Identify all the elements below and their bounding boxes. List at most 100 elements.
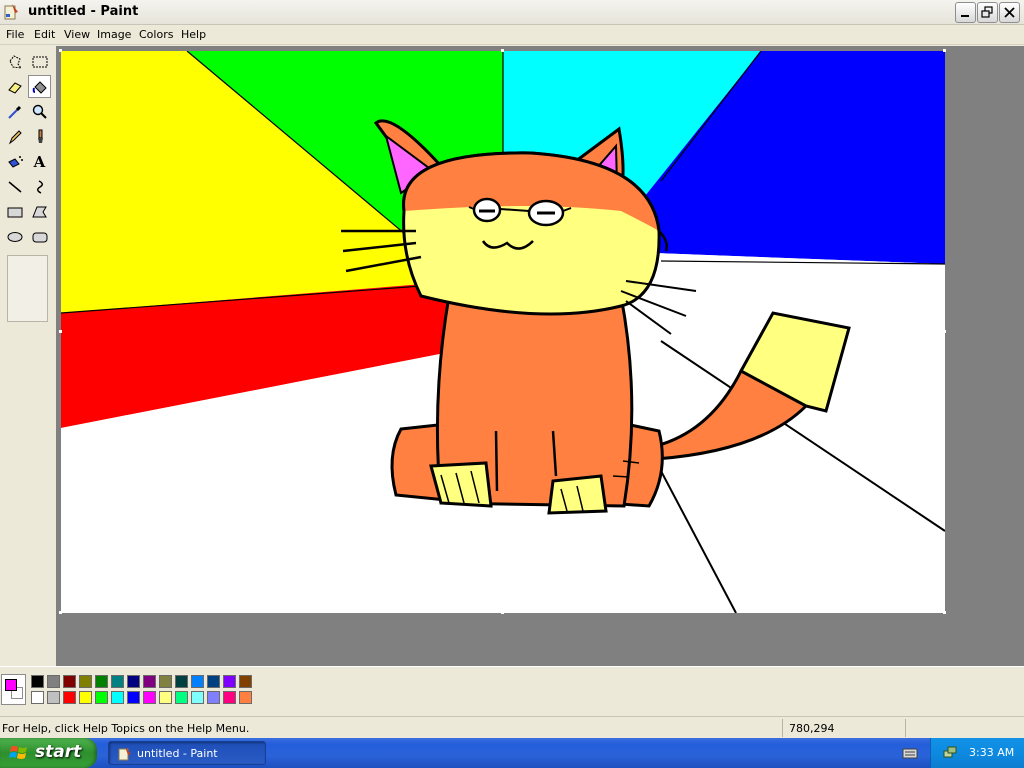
tool-fill-with-color[interactable] — [28, 75, 51, 98]
drawing-workspace[interactable] — [56, 46, 1024, 666]
current-colors[interactable] — [1, 674, 26, 705]
magnifier-icon — [32, 104, 47, 119]
menu-colors[interactable]: Colors — [139, 28, 173, 41]
polygon-icon — [31, 206, 47, 217]
palette-swatch[interactable] — [191, 675, 204, 688]
rectangle-select-icon — [32, 56, 47, 67]
restore-icon — [981, 6, 993, 18]
tool-text[interactable]: A — [28, 150, 51, 173]
taskbar-item-label: untitled - Paint — [137, 747, 218, 760]
palette-swatch[interactable] — [111, 691, 124, 704]
windows-logo-icon — [9, 746, 27, 759]
menu-file[interactable]: File — [6, 28, 24, 41]
palette-swatch[interactable] — [239, 675, 252, 688]
eyedropper-icon — [7, 105, 21, 119]
paint-app-icon — [118, 747, 131, 761]
ellipse-icon — [7, 231, 22, 242]
restore-button[interactable] — [977, 2, 998, 23]
paint-app-icon[interactable] — [3, 3, 21, 21]
tool-line[interactable] — [3, 175, 26, 198]
resize-handle[interactable] — [943, 611, 946, 614]
tool-pick-color[interactable] — [3, 100, 26, 123]
tool-curve[interactable] — [28, 175, 51, 198]
palette-swatch[interactable] — [31, 691, 44, 704]
palette-swatch[interactable] — [159, 675, 172, 688]
palette-swatch[interactable] — [143, 691, 156, 704]
palette-swatch[interactable] — [143, 675, 156, 688]
minimize-button[interactable] — [955, 2, 976, 23]
tool-polygon[interactable] — [28, 200, 51, 223]
color-box — [0, 666, 1024, 714]
title-bar[interactable]: untitled - Paint — [0, 0, 1024, 25]
palette-swatch[interactable] — [95, 675, 108, 688]
tool-magnifier[interactable] — [28, 100, 51, 123]
tool-free-form-select[interactable] — [3, 50, 26, 73]
status-separator — [782, 719, 783, 737]
brush-icon — [37, 129, 43, 143]
palette-swatch[interactable] — [175, 675, 188, 688]
status-bar: For Help, click Help Topics on the Help … — [0, 716, 1024, 738]
palette-swatch[interactable] — [63, 675, 76, 688]
taskbar: start untitled - Paint 3:33 AM — [0, 738, 1024, 768]
clock[interactable]: 3:33 AM — [969, 746, 1014, 759]
palette-swatch[interactable] — [223, 675, 236, 688]
palette-swatch[interactable] — [191, 691, 204, 704]
resize-handle[interactable] — [501, 611, 504, 614]
taskbar-item-paint[interactable]: untitled - Paint — [108, 741, 266, 765]
network-icon[interactable] — [942, 745, 958, 761]
palette-swatch[interactable] — [223, 691, 236, 704]
palette-swatch[interactable] — [239, 691, 252, 704]
palette-swatch[interactable] — [127, 691, 140, 704]
pencil-icon — [8, 129, 22, 144]
close-button[interactable] — [999, 2, 1020, 23]
palette-swatch[interactable] — [63, 691, 76, 704]
tool-rectangle[interactable] — [3, 200, 26, 223]
rectangle-icon — [7, 207, 22, 217]
start-button[interactable]: start — [0, 738, 97, 768]
palette-swatch[interactable] — [95, 691, 108, 704]
cursor-coordinates: 780,294 — [789, 722, 835, 735]
menu-view[interactable]: View — [64, 28, 90, 41]
tool-rectangle-select[interactable] — [28, 50, 51, 73]
palette-swatch[interactable] — [127, 675, 140, 688]
palette-swatch[interactable] — [79, 675, 92, 688]
menu-image[interactable]: Image — [97, 28, 131, 41]
start-label: start — [35, 742, 82, 762]
eraser-icon — [7, 81, 22, 94]
tool-options-box[interactable] — [7, 255, 48, 322]
resize-handle — [943, 49, 946, 52]
palette-swatch[interactable] — [175, 691, 188, 704]
status-separator — [905, 719, 906, 737]
palette-swatch[interactable] — [47, 675, 60, 688]
tool-ellipse[interactable] — [3, 225, 26, 248]
fill-bucket-icon — [32, 80, 47, 94]
palette-swatch[interactable] — [159, 691, 172, 704]
resize-handle — [59, 49, 62, 52]
tool-rounded-rectangle[interactable] — [28, 225, 51, 248]
palette-swatch[interactable] — [31, 675, 44, 688]
palette-swatch[interactable] — [207, 691, 220, 704]
rounded-rectangle-icon — [32, 232, 47, 242]
resize-handle — [59, 611, 62, 614]
close-icon — [1004, 7, 1015, 18]
tool-pencil[interactable] — [3, 125, 26, 148]
tool-box: A — [0, 46, 56, 666]
status-help-text: For Help, click Help Topics on the Help … — [2, 722, 250, 735]
menu-help[interactable]: Help — [181, 28, 206, 41]
tool-airbrush[interactable] — [3, 150, 26, 173]
palette-swatch[interactable] — [47, 691, 60, 704]
tool-eraser[interactable] — [3, 75, 26, 98]
line-icon — [8, 180, 21, 193]
tool-brush[interactable] — [28, 125, 51, 148]
resize-handle[interactable] — [943, 330, 946, 333]
curve-icon — [36, 179, 43, 194]
system-tray: 3:33 AM — [930, 738, 1024, 768]
palette-swatch[interactable] — [111, 675, 124, 688]
keyboard-icon[interactable] — [902, 745, 918, 761]
drawing-canvas[interactable] — [61, 51, 945, 613]
minimize-icon — [961, 15, 969, 17]
menu-edit[interactable]: Edit — [34, 28, 55, 41]
palette-swatch[interactable] — [207, 675, 220, 688]
foreground-color — [5, 679, 17, 691]
palette-swatch[interactable] — [79, 691, 92, 704]
